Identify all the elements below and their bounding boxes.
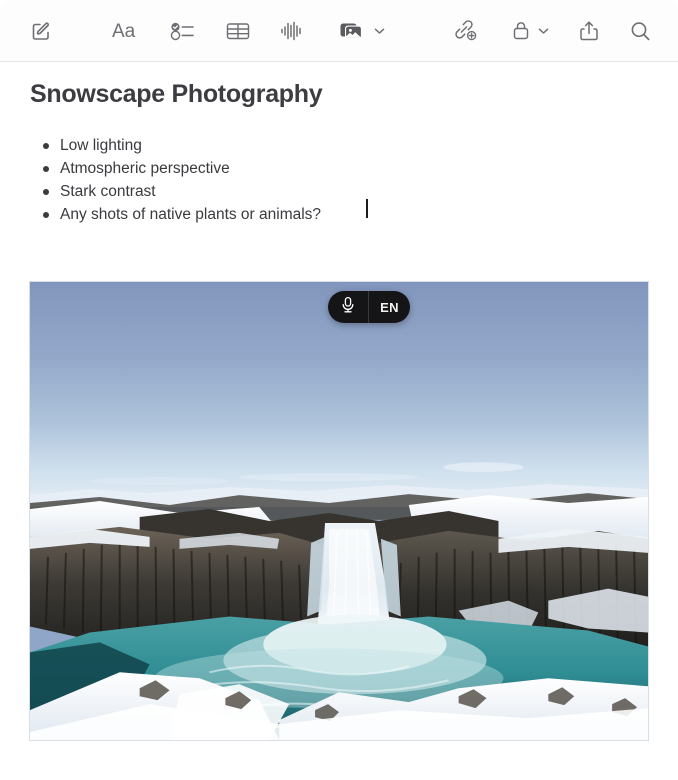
list-item[interactable]: Any shots of native plants or animals? [30,203,590,226]
list-item-label: Stark contrast [60,183,156,200]
media-button[interactable] [334,12,390,50]
link-add-icon [453,19,479,43]
text-cursor [366,199,368,218]
compose-icon [30,20,52,42]
bullet-point-icon [43,166,49,172]
audio-waveform-icon [279,19,305,43]
search-button[interactable] [621,12,659,50]
media-photo-icon [339,19,367,43]
chevron-down-icon[interactable] [374,27,385,35]
format-text-button[interactable]: Aa [110,12,146,50]
table-icon [225,20,251,42]
list-item-label: Any shots of native plants or animals? [60,206,322,223]
add-link-button[interactable] [447,12,485,50]
list-item-label: Low lighting [60,137,142,154]
bullet-point-icon [43,189,49,195]
share-button[interactable] [570,12,608,50]
share-icon [578,19,600,43]
chevron-down-icon[interactable] [538,27,549,35]
bullet-list: Low lighting Atmospheric perspective Sta… [30,134,590,226]
dictation-language-label: EN [380,299,399,315]
note-body[interactable]: Snowscape Photography Low lighting Atmos… [0,62,678,780]
microphone-icon [340,296,356,319]
snowscape-waterfall-image [30,282,648,740]
page-title: Snowscape Photography [30,80,323,108]
list-item[interactable]: Stark contrast [30,180,590,203]
lock-icon [511,19,531,43]
dictation-popup[interactable]: EN [328,291,410,323]
lock-button[interactable] [505,12,555,50]
compose-note-button[interactable] [22,12,60,50]
dictation-language-button[interactable]: EN [369,291,410,323]
bullet-point-icon [43,212,49,218]
bullet-point-icon [43,143,49,149]
toolbar: Aa [0,0,678,62]
audio-button[interactable] [274,12,310,50]
dictation-mic-button[interactable] [328,291,369,323]
table-button[interactable] [219,12,257,50]
format-aa-icon: Aa [111,19,145,43]
list-item[interactable]: Atmospheric perspective [30,157,590,180]
photo-attachment[interactable] [29,281,649,741]
svg-text:Aa: Aa [112,21,136,42]
search-icon [629,20,652,43]
checklist-button[interactable] [164,12,202,50]
notes-window: Aa Snowscape Photography Low lighting At… [0,0,678,780]
list-item-label: Atmospheric perspective [60,160,230,177]
list-item[interactable]: Low lighting [30,134,590,157]
checklist-icon [170,20,196,42]
